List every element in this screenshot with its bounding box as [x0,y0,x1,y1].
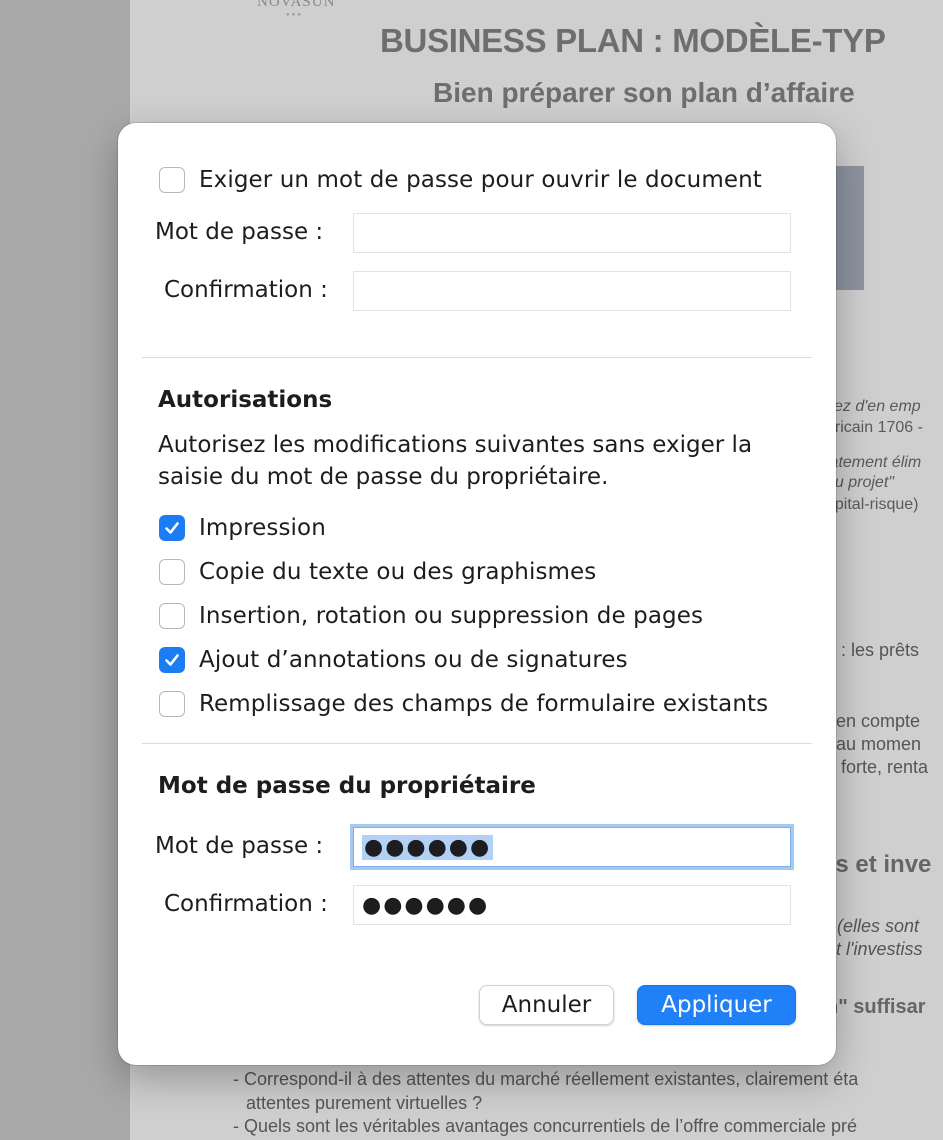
password-protection-dialog: Exiger un mot de passe pour ouvrir le do… [118,123,836,1065]
document-text-fragment: du projet" [826,474,894,491]
document-text-fragment: , en compte [826,711,921,731]
owner-password-field[interactable]: ●●●●●● [353,827,791,867]
permission-printing-label: Impression [199,515,326,541]
require-open-password-option[interactable]: Exiger un mot de passe pour ouvrir le do… [159,167,762,193]
document-text-fragment: apital-risque) [826,496,919,513]
document-text-fragment: iatement élim [826,454,922,471]
document-logo-dots: ●●● [286,12,303,18]
require-open-password-label: Exiger un mot de passe pour ouvrir le do… [199,167,762,193]
permission-form-filling-label: Remplissage des champs de formulaire exi… [199,691,769,717]
section-divider [142,357,812,358]
permission-copy-label: Copie du texte ou des graphismes [199,559,597,585]
document-text-fragment: nt l'investiss [826,939,923,959]
cancel-button[interactable]: Annuler [479,985,614,1025]
permission-copy[interactable]: Copie du texte ou des graphismes [159,559,596,585]
permission-page-editing[interactable]: Insertion, rotation ou suppression de pa… [159,603,703,629]
document-text-fragment: yez d'en emp [826,398,921,415]
permission-annotations[interactable]: Ajout d’annotations ou de signatures [159,647,628,673]
open-password-field[interactable] [353,213,791,253]
owner-password-label: Mot de passe : [155,833,324,859]
owner-password-heading: Mot de passe du propriétaire [158,773,536,799]
permission-annotations-checkbox[interactable] [159,647,185,673]
document-text-fragment: r (elles sont [826,916,920,936]
permission-copy-checkbox[interactable] [159,559,185,585]
document-text-fragment: e : les prêts [826,640,920,660]
document-body-line: - Correspond-il à des attentes du marché… [233,1069,859,1089]
document-text-fragment: éricain 1706 - [826,419,923,436]
checkmark-icon [165,654,179,666]
permission-page-editing-label: Insertion, rotation ou suppression de pa… [199,603,704,629]
document-text-fragment: t au momen [826,734,922,754]
document-text-fragment: rs et inve [826,851,932,878]
document-text-fragment: n" suffisar [826,996,926,1018]
document-logo: NOVASUN [257,0,336,10]
permission-annotations-label: Ajout d’annotations ou de signatures [199,647,628,673]
permission-form-filling-checkbox[interactable] [159,691,185,717]
document-body-line: - Quels sont les véritables avantages co… [233,1116,857,1136]
open-password-label: Mot de passe : [155,219,324,245]
document-title: BUSINESS PLAN : MODÈLE-TYP [380,22,886,59]
section-divider [142,743,812,744]
apply-button[interactable]: Appliquer [637,985,796,1025]
open-confirmation-field[interactable] [353,271,791,311]
owner-confirmation-label: Confirmation : [164,891,328,917]
document-text-fragment: e forte, renta [826,757,929,777]
permission-printing[interactable]: Impression [159,515,326,541]
permissions-heading: Autorisations [158,387,333,413]
permissions-description: Autorisez les modifications suivantes sa… [158,432,753,490]
permission-form-filling[interactable]: Remplissage des champs de formulaire exi… [159,691,768,717]
require-open-password-checkbox[interactable] [159,167,185,193]
document-subtitle: Bien préparer son plan d’affaire [433,77,855,108]
owner-confirmation-field[interactable]: ●●●●●● [353,885,791,925]
checkmark-icon [165,522,179,534]
open-confirmation-label: Confirmation : [164,277,328,303]
permission-printing-checkbox[interactable] [159,515,185,541]
permission-page-editing-checkbox[interactable] [159,603,185,629]
document-body-line: attentes purement virtuelles ? [246,1093,483,1113]
owner-password-value: ●●●●●● [362,834,494,860]
